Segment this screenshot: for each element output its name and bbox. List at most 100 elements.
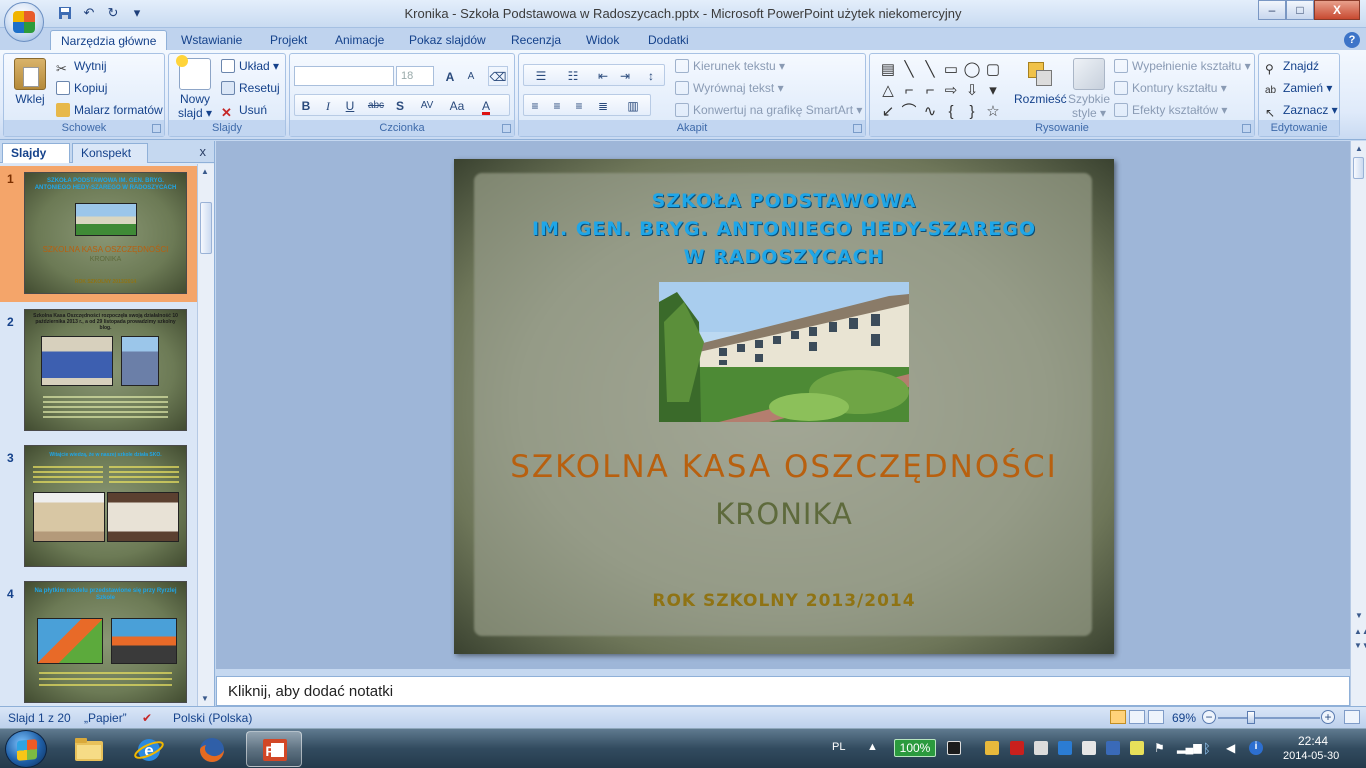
minimize-button[interactable]: –	[1258, 0, 1286, 20]
device-icon[interactable]	[1034, 741, 1048, 755]
tab-add-ins[interactable]: Dodatki	[638, 30, 699, 50]
zoom-slider-knob[interactable]	[1247, 711, 1256, 724]
down-arrow-shape-icon[interactable]: ⇩	[962, 81, 982, 101]
font-color-button[interactable]: A	[476, 95, 496, 115]
bold-button[interactable]: B	[296, 95, 316, 115]
delete-slide-button[interactable]: ✕ Usuń	[221, 100, 267, 120]
numbering-icon[interactable]: ☷	[559, 65, 587, 85]
tray-expand-icon[interactable]: ▲	[867, 741, 878, 753]
tab-slides[interactable]: Slajdy	[2, 143, 70, 163]
tab-view[interactable]: Widok	[576, 30, 629, 50]
decrease-indent-icon[interactable]: ⇤	[593, 65, 613, 85]
wifi-signal-icon[interactable]: ▂▄▆	[1177, 741, 1202, 755]
explorer-taskbar-button[interactable]	[60, 731, 116, 767]
scroll-up-icon[interactable]: ▲	[201, 167, 209, 176]
text-box-shape-icon[interactable]: ▤	[878, 60, 898, 80]
zoom-out-icon[interactable]: −	[1202, 710, 1216, 724]
ie-taskbar-button[interactable]: e	[120, 731, 176, 767]
shadow-button[interactable]: S	[390, 95, 410, 115]
firefox-taskbar-button[interactable]	[183, 731, 239, 767]
increase-indent-icon[interactable]: ⇥	[615, 65, 635, 85]
info-icon[interactable]: i	[1249, 741, 1263, 755]
right-arrow-shape-icon[interactable]: ⇨	[941, 81, 961, 101]
char-spacing-button[interactable]: AV	[414, 95, 440, 115]
oval-shape-icon[interactable]: ◯	[962, 60, 982, 80]
tab-outline[interactable]: Konspekt	[72, 143, 148, 163]
underline-button[interactable]: U	[340, 95, 360, 115]
battery-indicator[interactable]: 100%	[894, 739, 936, 757]
powerpoint-taskbar-button[interactable]: P	[246, 731, 302, 767]
shape-fill-button[interactable]: Wypełnienie kształtu ▾	[1114, 56, 1251, 76]
align-center-icon[interactable]: ≡	[547, 95, 567, 115]
elbow-connector-shape-icon[interactable]: ⌐	[899, 81, 919, 101]
line-spacing-icon[interactable]: ↕	[639, 65, 663, 85]
new-slide-button[interactable]: Nowy slajd ▾	[175, 55, 215, 120]
align-text-button[interactable]: Wyrównaj tekst ▾	[675, 78, 784, 98]
slide-sorter-view-icon[interactable]	[1129, 710, 1145, 724]
volume-icon[interactable]: ◀	[1226, 741, 1240, 755]
help-icon[interactable]: ?	[1344, 32, 1360, 48]
scroll-down-icon[interactable]: ▼	[1355, 611, 1363, 620]
slide-heading[interactable]: SZKOLNA KASA OSZCZĘDNOŚCI	[454, 449, 1114, 485]
maximize-button[interactable]: □	[1286, 0, 1314, 20]
tab-insert[interactable]: Wstawianie	[171, 30, 252, 50]
shape-outline-button[interactable]: Kontury kształtu ▾	[1114, 78, 1227, 98]
language-indicator[interactable]: Polski (Polska)	[173, 711, 252, 725]
replace-button[interactable]: ab Zamień ▾	[1265, 78, 1332, 98]
slide-subheading[interactable]: KRONIKA	[454, 497, 1114, 531]
slide-thumbnail-4[interactable]: 4 Na płytkim modelu przedstawione się pr…	[0, 581, 197, 706]
scroll-up-icon[interactable]: ▲	[1355, 144, 1363, 153]
acrobat-icon[interactable]	[1010, 741, 1024, 755]
wave-shape-icon[interactable]: ∿	[920, 102, 940, 122]
normal-view-icon[interactable]	[1110, 710, 1126, 724]
reset-button[interactable]: Resetuj	[221, 78, 280, 98]
copy-button[interactable]: Kopiuj	[56, 78, 107, 98]
shapes-scroll-icon[interactable]: ▾	[983, 81, 1003, 101]
close-button[interactable]: X	[1314, 0, 1360, 20]
left-brace-shape-icon[interactable]: {	[941, 102, 961, 122]
slide-thumbnail-1[interactable]: 1 SZKOŁA PODSTAWOWA IM. GEN. BRYG. ANTON…	[0, 166, 197, 302]
input-language[interactable]: PL	[832, 741, 845, 753]
justify-icon[interactable]: ≣	[593, 95, 613, 115]
cut-button[interactable]: ✂ Wytnij	[56, 56, 107, 76]
zoom-slider[interactable]	[1218, 717, 1320, 719]
close-pane-icon[interactable]: x	[200, 144, 207, 159]
align-right-icon[interactable]: ≡	[569, 95, 589, 115]
paste-button[interactable]: Wklej	[10, 58, 50, 106]
slide-scrollbar[interactable]: ▲ ▼ ▲▲ ▼▼	[1350, 141, 1366, 706]
battery-icon[interactable]	[947, 741, 961, 755]
quick-styles-button[interactable]: Szybkie style ▾	[1066, 58, 1112, 120]
rectangle-shape-icon[interactable]: ▭	[941, 60, 961, 80]
italic-button[interactable]: I	[318, 95, 338, 115]
display-icon[interactable]	[1082, 741, 1096, 755]
previous-slide-icon[interactable]: ▲▲	[1354, 627, 1366, 636]
arc-shape-icon[interactable]: ⌒	[899, 102, 919, 122]
drawing-launcher-icon[interactable]	[1242, 124, 1251, 133]
thumbnails-scrollbar[interactable]: ▲ ▼	[197, 164, 214, 706]
paragraph-launcher-icon[interactable]	[853, 124, 862, 133]
font-launcher-icon[interactable]	[502, 124, 511, 133]
start-button[interactable]	[5, 730, 47, 768]
strikethrough-button[interactable]: abc	[364, 95, 388, 115]
tab-slide-show[interactable]: Pokaz slajdów	[399, 30, 496, 50]
star-shape-icon[interactable]: ☆	[983, 102, 1003, 122]
zoom-in-icon[interactable]: +	[1321, 710, 1335, 724]
align-left-icon[interactable]: ≡	[525, 95, 545, 115]
slide-school-year[interactable]: ROK SZKOLNY 2013/2014	[454, 591, 1114, 611]
font-name-combo[interactable]	[294, 66, 394, 86]
tab-home[interactable]: Narzędzia główne	[50, 30, 168, 50]
scroll-down-icon[interactable]: ▼	[201, 694, 209, 703]
office-button[interactable]	[4, 2, 44, 42]
shape-effects-button[interactable]: Efekty kształtów ▾	[1114, 100, 1227, 120]
line-shape-icon[interactable]: ╲	[899, 60, 919, 80]
font-size-combo[interactable]: 18	[396, 66, 434, 86]
arrow-line-shape-icon[interactable]: ╲	[920, 60, 940, 80]
clear-format-icon[interactable]: ⌫	[488, 66, 508, 86]
slide-thumbnail-3[interactable]: 3 Witajcie wiedzą, że w naszej szkole dz…	[0, 445, 197, 581]
triangle-shape-icon[interactable]: △	[878, 81, 898, 101]
text-direction-button[interactable]: Kierunek tekstu ▾	[675, 56, 785, 76]
scrollbar-thumb[interactable]	[1353, 157, 1364, 179]
notes-pane[interactable]: Kliknij, aby dodać notatki	[216, 676, 1350, 706]
change-case-button[interactable]: Aa	[444, 95, 470, 115]
action-center-flag-icon[interactable]: ⚑	[1154, 741, 1168, 755]
